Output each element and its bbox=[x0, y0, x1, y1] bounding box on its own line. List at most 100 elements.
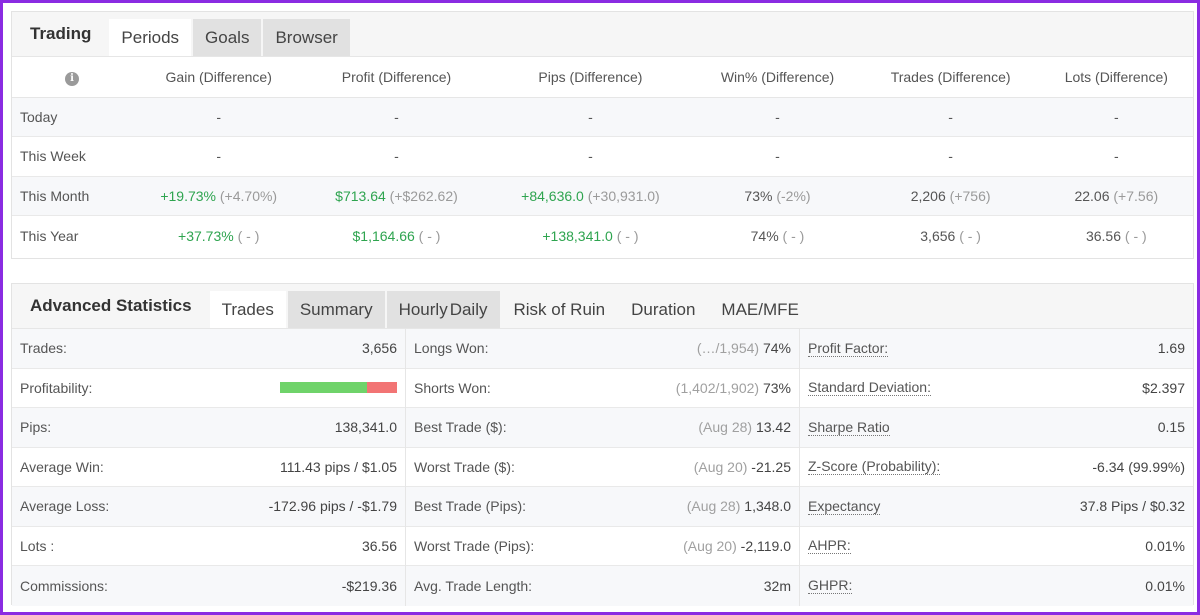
tab-goals[interactable]: Goals bbox=[193, 19, 262, 56]
cell-win-pct: 74% ( - ) bbox=[693, 216, 861, 256]
cell-gain: +19.73% (+4.70%) bbox=[132, 176, 306, 216]
cell-profit: $713.64 (+$262.62) bbox=[305, 176, 488, 216]
cell-value: - bbox=[394, 108, 399, 125]
stat-label[interactable]: GHPR: bbox=[808, 577, 853, 595]
profitability-loss-segment bbox=[366, 382, 397, 394]
tab-hourly-label: Hourly bbox=[398, 299, 448, 319]
stat-value: 111.43 pips / $1.05 bbox=[280, 459, 397, 475]
cell-profit: $1,164.66 ( - ) bbox=[305, 216, 487, 256]
tab-periods[interactable]: Periods bbox=[109, 19, 192, 56]
stat-value: 36.56 bbox=[362, 538, 397, 554]
cell-difference: ( - ) bbox=[233, 227, 260, 244]
stat-aside: (Aug 28) bbox=[698, 419, 756, 436]
cell-difference: (+756) bbox=[945, 187, 991, 204]
cell-value: 73% bbox=[744, 187, 773, 204]
cell-value: 74% bbox=[750, 227, 779, 244]
cell-difference: ( - ) bbox=[414, 227, 441, 244]
stat-label[interactable]: Expectancy bbox=[808, 498, 881, 515]
stat-value-text: -$219.36 bbox=[341, 577, 397, 594]
stat-row-worst-trade-pips: Worst Trade (Pips): (Aug 20) -2,119.0 bbox=[406, 527, 799, 566]
info-icon[interactable]: i bbox=[65, 71, 79, 86]
cell-trades: - bbox=[861, 136, 1040, 177]
stat-value: (Aug 28) 1,348.0 bbox=[687, 498, 791, 514]
cell-pips: - bbox=[487, 97, 694, 137]
stat-label: Worst Trade ($): bbox=[414, 458, 515, 475]
stat-value: 138,341.0 bbox=[335, 419, 397, 435]
stat-value-text: -21.25 bbox=[751, 458, 791, 475]
stat-row-sharpe-ratio: Sharpe Ratio 0.15 bbox=[800, 408, 1193, 448]
tab-trading[interactable]: Trading bbox=[12, 11, 109, 56]
cell-difference: (+30,931.0) bbox=[583, 187, 660, 204]
stat-value: -$219.36 bbox=[342, 578, 397, 594]
cell-win-pct: - bbox=[693, 97, 862, 137]
periods-tabbar: Trading Periods Goals Browser bbox=[12, 12, 1193, 57]
stat-value: (Aug 20) -21.25 bbox=[694, 459, 791, 475]
tab-duration[interactable]: Duration bbox=[619, 291, 707, 328]
stat-label[interactable]: Profit Factor: bbox=[808, 340, 889, 357]
periods-body: Today - - - - - - This Week - - - - - - This Month +19.… bbox=[12, 97, 1193, 255]
profitability-bar bbox=[280, 382, 397, 394]
stat-value-text: $2.397 bbox=[1142, 379, 1185, 396]
cell-value: $1,164.66 bbox=[352, 227, 415, 244]
tab-summary[interactable]: Summary bbox=[287, 291, 385, 328]
profitability-win-segment bbox=[280, 382, 367, 394]
cell-value: +37.73% bbox=[178, 227, 234, 244]
tab-hourly-daily[interactable]: Hourly Daily bbox=[386, 291, 500, 328]
stat-value: 0.01% bbox=[1145, 538, 1185, 554]
advanced-statistics-title: Advanced Statistics bbox=[30, 295, 192, 315]
cell-difference: (+$262.62) bbox=[385, 187, 458, 204]
cell-difference: (+4.70%) bbox=[216, 187, 278, 204]
stat-row-shorts-won: Shorts Won: (1,402/1,902) 73% bbox=[406, 369, 799, 408]
cell-value: - bbox=[775, 148, 780, 165]
stat-value: -172.96 pips / -$1.79 bbox=[269, 498, 397, 514]
stat-value: 0.15 bbox=[1158, 419, 1185, 435]
cell-difference: (+7.56) bbox=[1109, 187, 1159, 204]
stat-label: Average Win: bbox=[20, 458, 104, 475]
stat-label: Profitability: bbox=[20, 379, 93, 396]
stat-label[interactable]: Sharpe Ratio bbox=[808, 419, 890, 436]
cell-value: - bbox=[1113, 108, 1119, 125]
period-label: This Month bbox=[12, 176, 132, 216]
stat-row-profit-factor: Profit Factor: 1.69 bbox=[800, 329, 1193, 369]
tab-browser[interactable]: Browser bbox=[263, 19, 350, 56]
period-row-today: Today - - - - - - bbox=[12, 97, 1193, 137]
stat-value: (Aug 28) 13.42 bbox=[698, 419, 791, 435]
stat-row-longs-won: Longs Won: (…/1,954) 74% bbox=[406, 329, 799, 369]
cell-value: - bbox=[948, 148, 953, 165]
cell-trades: 2,206 (+756) bbox=[861, 176, 1040, 216]
period-row-this-month: This Month +19.73% (+4.70%) $713.64 (+$262… bbox=[12, 176, 1193, 216]
tab-risk-of-ruin[interactable]: Risk of Ruin bbox=[502, 291, 618, 328]
stat-aside: (Aug 20) bbox=[693, 458, 752, 475]
stat-value-text: -6.34 (99.99%) bbox=[1092, 458, 1185, 475]
stat-value-text: 73% bbox=[762, 379, 791, 396]
cell-value: 22.06 bbox=[1074, 187, 1110, 204]
stat-aside: (…/1,954) bbox=[696, 340, 763, 357]
stat-label[interactable]: Standard Deviation: bbox=[808, 379, 931, 397]
column-header-win-pct: Win% (Difference) bbox=[693, 57, 862, 98]
stat-label: Avg. Trade Length: bbox=[414, 577, 533, 594]
stat-row-lots: Lots : 36.56 bbox=[12, 527, 405, 566]
cell-trades: - bbox=[861, 97, 1040, 137]
cell-value: - bbox=[216, 148, 222, 165]
stat-label: Trades: bbox=[20, 340, 67, 357]
stat-row-worst-trade: Worst Trade ($): (Aug 20) -21.25 bbox=[406, 448, 799, 487]
stat-label: Commissions: bbox=[20, 577, 108, 594]
cell-difference: ( - ) bbox=[1121, 227, 1147, 244]
stat-label: Best Trade ($): bbox=[414, 419, 507, 436]
stat-label[interactable]: AHPR: bbox=[808, 537, 851, 555]
stat-label: Average Loss: bbox=[20, 498, 110, 515]
periods-header-row: i Gain (Difference) Profit (Difference) … bbox=[12, 57, 1193, 98]
stat-aside: (Aug 28) bbox=[686, 498, 745, 515]
stat-row-ahpr: AHPR: 0.01% bbox=[800, 527, 1193, 566]
stat-label: Lots : bbox=[20, 537, 55, 554]
tab-mae-mfe[interactable]: MAE/MFE bbox=[709, 291, 810, 328]
cell-value: - bbox=[1113, 148, 1119, 165]
stat-row-average-loss: Average Loss: -172.96 pips / -$1.79 bbox=[12, 487, 405, 527]
cell-value: 2,206 bbox=[910, 187, 946, 204]
stat-label[interactable]: Z-Score (Probability): bbox=[808, 458, 941, 476]
advanced-tabbar: Advanced Statistics Trades Summary Hourl… bbox=[12, 284, 1193, 329]
cell-value: - bbox=[775, 108, 780, 125]
stat-value-text: 138,341.0 bbox=[334, 419, 397, 436]
tab-trades[interactable]: Trades bbox=[209, 291, 286, 328]
stat-value-text: 37.8 Pips / $0.32 bbox=[1079, 498, 1185, 515]
